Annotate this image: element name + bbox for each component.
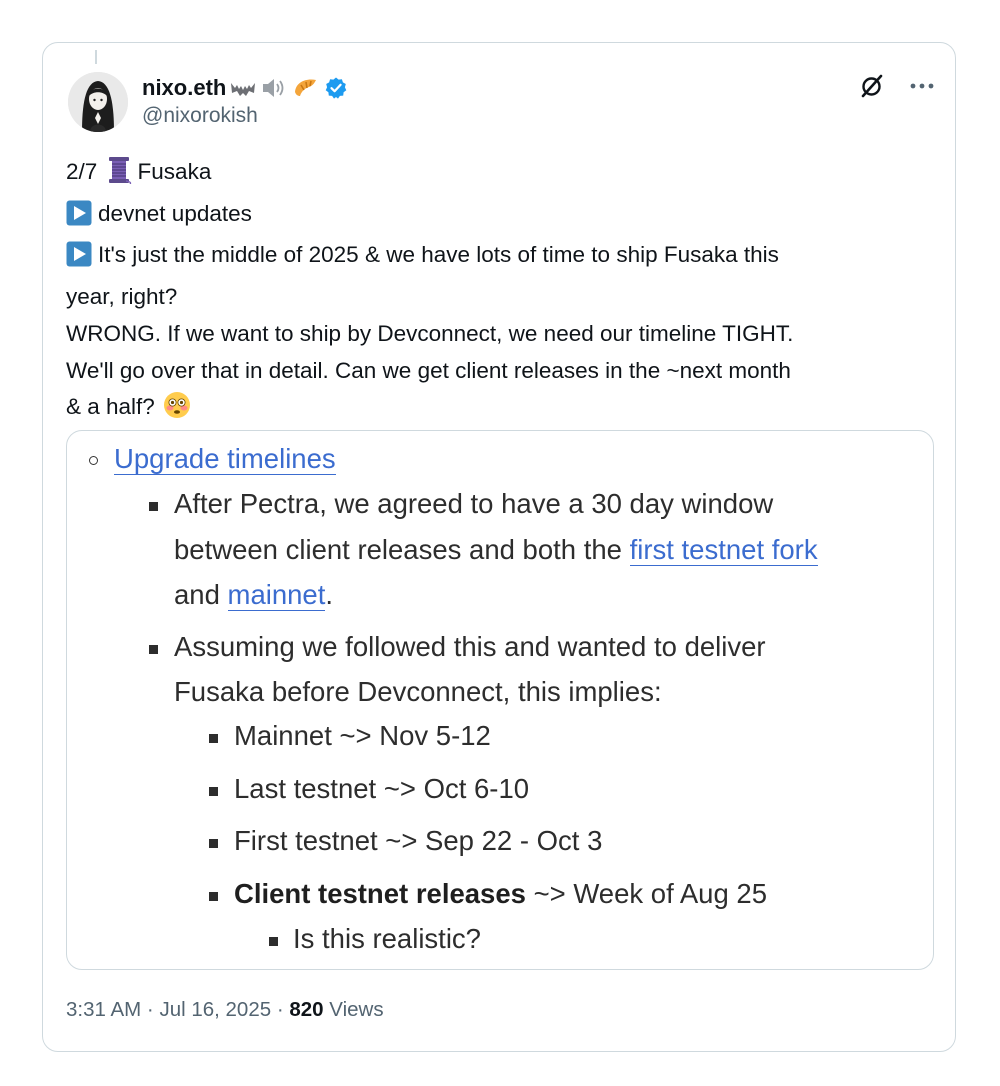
author-handle[interactable]: @nixorokish (142, 104, 258, 128)
play-button-icon (66, 200, 92, 238)
speaker-icon (260, 77, 288, 99)
tweet-line-7: & a half? (66, 389, 934, 431)
more-options-icon[interactable] (908, 72, 936, 100)
media-subsubitem: Is this realistic? (293, 923, 481, 954)
upgrade-timelines-link[interactable]: Upgrade timelines (114, 443, 336, 475)
author-display-name[interactable]: nixo.eth (142, 75, 226, 101)
media-heading-row: Upgrade timelines (114, 443, 336, 475)
attached-image[interactable]: Upgrade timelines After Pectra, we agree… (66, 430, 934, 970)
square-bullet (209, 839, 218, 848)
media-item1-line1: After Pectra, we agreed to have a 30 day… (174, 488, 774, 519)
tweet-line-1: 2/7 Fusaka (66, 154, 934, 196)
first-testnet-fork-link[interactable]: first testnet fork (629, 534, 818, 566)
tweet-date[interactable]: Jul 16, 2025 (159, 998, 271, 1021)
play-button-icon (66, 241, 92, 279)
square-bullet (149, 645, 158, 654)
grok-icon[interactable] (858, 72, 886, 100)
author-name-row[interactable]: nixo.eth (142, 72, 348, 104)
tweet-line-4: year, right? (66, 284, 178, 310)
tweet-actions (858, 72, 936, 100)
media-item1-line2: between client releases and both the fir… (174, 534, 818, 566)
media-subitem-4: Client testnet releases ~> Week of Aug 2… (234, 878, 767, 909)
square-bullet (209, 892, 218, 901)
square-bullet (269, 937, 278, 946)
views-count: 820 (289, 998, 324, 1021)
media-item1-line3: and mainnet. (174, 579, 334, 611)
tweet-line-6: We'll go over that in detail. Can we get… (66, 357, 791, 383)
thread-connector-line (95, 50, 97, 64)
media-subitem-2: Last testnet ~> Oct 6-10 (234, 773, 530, 804)
hollow-bullet (89, 456, 98, 465)
tweet-line-2: devnet updates (66, 196, 934, 238)
tweet-meta: 3:31 AM · Jul 16, 2025 · 820 Views (66, 998, 384, 1021)
mainnet-link[interactable]: mainnet (227, 579, 326, 611)
tweet-time[interactable]: 3:31 AM (66, 998, 141, 1021)
media-subitem-3: First testnet ~> Sep 22 - Oct 3 (234, 825, 603, 856)
media-subitem-1: Mainnet ~> Nov 5-12 (234, 720, 491, 751)
views-label: Views (323, 998, 384, 1021)
square-bullet (209, 734, 218, 743)
flushed-face-icon (163, 391, 191, 431)
tweet-text: 2/7 Fusaka devnet updates It's just the … (66, 154, 934, 431)
square-bullet (209, 787, 218, 796)
thread-spool-icon (106, 156, 132, 196)
media-item2-line1: Assuming we followed this and wanted to … (174, 631, 766, 662)
square-bullet (149, 502, 158, 511)
media-item2-line2: Fusaka before Devconnect, this implies: (174, 676, 662, 707)
bat-icon (230, 77, 256, 99)
croissant-icon (292, 76, 320, 100)
avatar[interactable] (68, 72, 128, 132)
tweet-line-5: WRONG. If we want to ship by Devconnect,… (66, 320, 794, 346)
verified-badge-icon (324, 76, 348, 100)
tweet-line-3: It's just the middle of 2025 & we have l… (66, 237, 934, 279)
